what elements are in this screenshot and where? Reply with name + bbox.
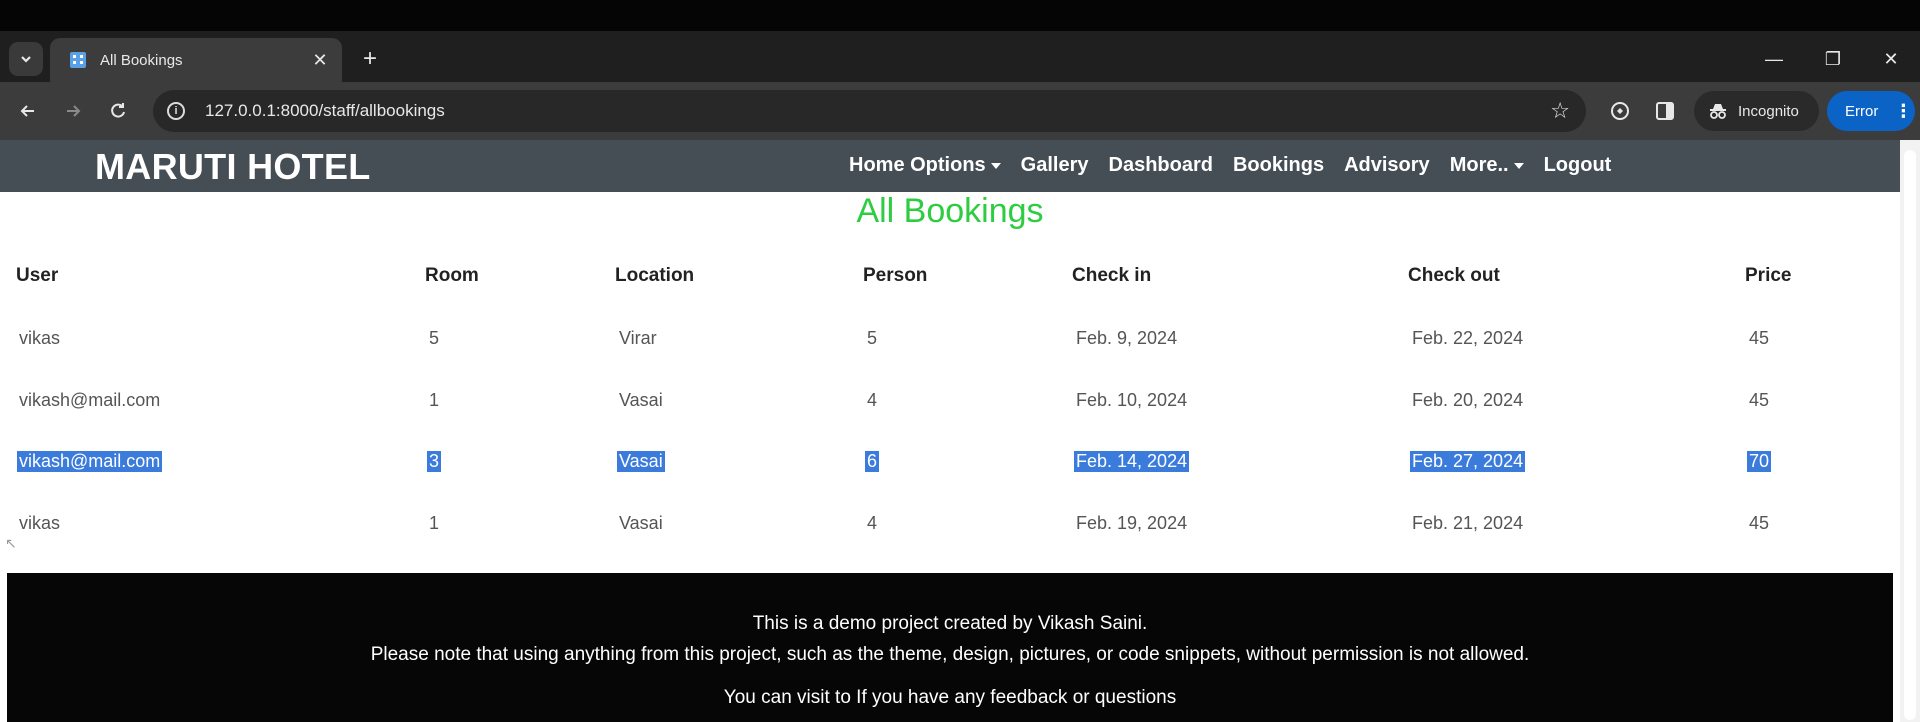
footer-notice: Please note that using anything from thi… <box>370 644 1530 665</box>
cell-check-in: Feb. 10, 2024 <box>1076 390 1188 410</box>
cell-user: vikas <box>19 328 61 348</box>
brand-logo[interactable]: MARUTI HOTEL <box>95 146 371 188</box>
profile-error-button[interactable]: Error ⋮ <box>1827 91 1915 131</box>
cell-location: Vasai <box>619 390 663 410</box>
header-room: Room <box>425 265 479 286</box>
nav-more[interactable]: More.. <box>1450 154 1524 177</box>
site-footer: This is a demo project created by Vikash… <box>7 573 1893 722</box>
cell-person: 4 <box>867 390 878 410</box>
tab-search-button[interactable] <box>9 42 43 76</box>
minimize-icon[interactable]: — <box>1759 45 1789 75</box>
browser-tab-strip: All Bookings ✕ + — ❐ ✕ <box>0 31 1920 82</box>
tab-title: All Bookings <box>100 51 183 69</box>
cell-check-out: Feb. 22, 2024 <box>1412 328 1524 348</box>
restore-icon[interactable]: ❐ <box>1818 45 1848 75</box>
mouse-cursor-icon: ↖ <box>5 535 17 551</box>
kebab-menu-icon[interactable]: ⋮ <box>1894 101 1912 122</box>
nav-logout[interactable]: Logout <box>1544 154 1612 177</box>
incognito-label: Incognito <box>1738 102 1799 120</box>
header-check-in: Check in <box>1072 265 1152 286</box>
nav-bookings[interactable]: Bookings <box>1233 154 1324 177</box>
forward-icon[interactable] <box>58 96 88 126</box>
browser-toolbar: i 127.0.0.1:8000/staff/allbookings ☆ Inc… <box>0 82 1920 140</box>
cell-price: 45 <box>1749 390 1770 410</box>
cell-room: 3 <box>427 451 442 472</box>
cell-user: vikash@mail.com <box>19 390 161 410</box>
scrollbar-thumb[interactable] <box>1904 150 1916 720</box>
footer-credit: This is a demo project created by Vikash… <box>752 613 1148 634</box>
side-panel-icon[interactable] <box>1650 96 1680 126</box>
cell-user: vikash@mail.com <box>17 451 163 472</box>
cell-location: Virar <box>619 328 657 348</box>
cell-person: 5 <box>867 328 878 348</box>
nav-advisory[interactable]: Advisory <box>1344 154 1430 177</box>
cell-person: 6 <box>865 451 880 472</box>
page-scrollbar[interactable] <box>1900 140 1920 722</box>
address-bar[interactable]: i 127.0.0.1:8000/staff/allbookings ☆ <box>153 90 1586 132</box>
caret-down-icon <box>990 162 1001 169</box>
hotel-favicon-icon <box>70 52 86 68</box>
cell-location: Vasai <box>619 513 663 533</box>
cell-room: 5 <box>429 328 440 348</box>
nav-gallery[interactable]: Gallery <box>1021 154 1089 177</box>
header-price: Price <box>1745 265 1792 286</box>
cell-person: 4 <box>867 513 878 533</box>
cell-check-out: Feb. 27, 2024 <box>1410 451 1526 472</box>
page-title: All Bookings <box>856 192 1044 230</box>
extension-icon[interactable] <box>1605 96 1635 126</box>
site-navbar: MARUTI HOTEL Home Options Gallery Dashbo… <box>0 140 1900 192</box>
reload-icon[interactable] <box>103 96 133 126</box>
header-location: Location <box>615 265 695 286</box>
cell-user: vikas <box>19 513 61 533</box>
tab-all-bookings[interactable]: All Bookings ✕ <box>50 38 342 82</box>
back-icon[interactable] <box>13 96 43 126</box>
cell-check-in: Feb. 9, 2024 <box>1076 328 1178 348</box>
cell-price: 45 <box>1749 328 1770 348</box>
nav-dashboard[interactable]: Dashboard <box>1109 154 1213 177</box>
cell-price: 45 <box>1749 513 1770 533</box>
footer-feedback: You can visit to If you have any feedbac… <box>723 687 1177 708</box>
cell-check-out: Feb. 20, 2024 <box>1412 390 1524 410</box>
cell-check-in: Feb. 19, 2024 <box>1076 513 1188 533</box>
cell-price: 70 <box>1747 451 1772 472</box>
nav-home-options[interactable]: Home Options <box>849 154 1001 177</box>
cell-location: Vasai <box>617 451 665 472</box>
site-info-icon[interactable]: i <box>167 102 185 120</box>
nav-links: Home Options Gallery Dashboard Bookings … <box>849 154 1631 177</box>
cell-room: 1 <box>429 390 440 410</box>
header-person: Person <box>863 265 928 286</box>
close-icon[interactable]: ✕ <box>310 50 330 71</box>
bookmark-star-icon[interactable]: ☆ <box>1550 98 1570 124</box>
header-user: User <box>16 265 59 286</box>
chevron-down-icon <box>21 56 31 63</box>
url-text: 127.0.0.1:8000/staff/allbookings <box>205 101 445 120</box>
header-check-out: Check out <box>1408 265 1500 286</box>
incognito-badge[interactable]: Incognito <box>1694 91 1819 131</box>
incognito-icon <box>1710 104 1726 119</box>
page-viewport: MARUTI HOTEL Home Options Gallery Dashbo… <box>0 140 1900 722</box>
os-top-bar <box>0 0 1920 31</box>
new-tab-button[interactable]: + <box>355 45 385 75</box>
error-label: Error <box>1845 102 1879 120</box>
caret-down-icon <box>1513 162 1524 169</box>
cell-check-in: Feb. 14, 2024 <box>1074 451 1190 472</box>
cell-check-out: Feb. 21, 2024 <box>1412 513 1524 533</box>
window-close-icon[interactable]: ✕ <box>1876 45 1906 75</box>
cell-room: 1 <box>429 513 440 533</box>
